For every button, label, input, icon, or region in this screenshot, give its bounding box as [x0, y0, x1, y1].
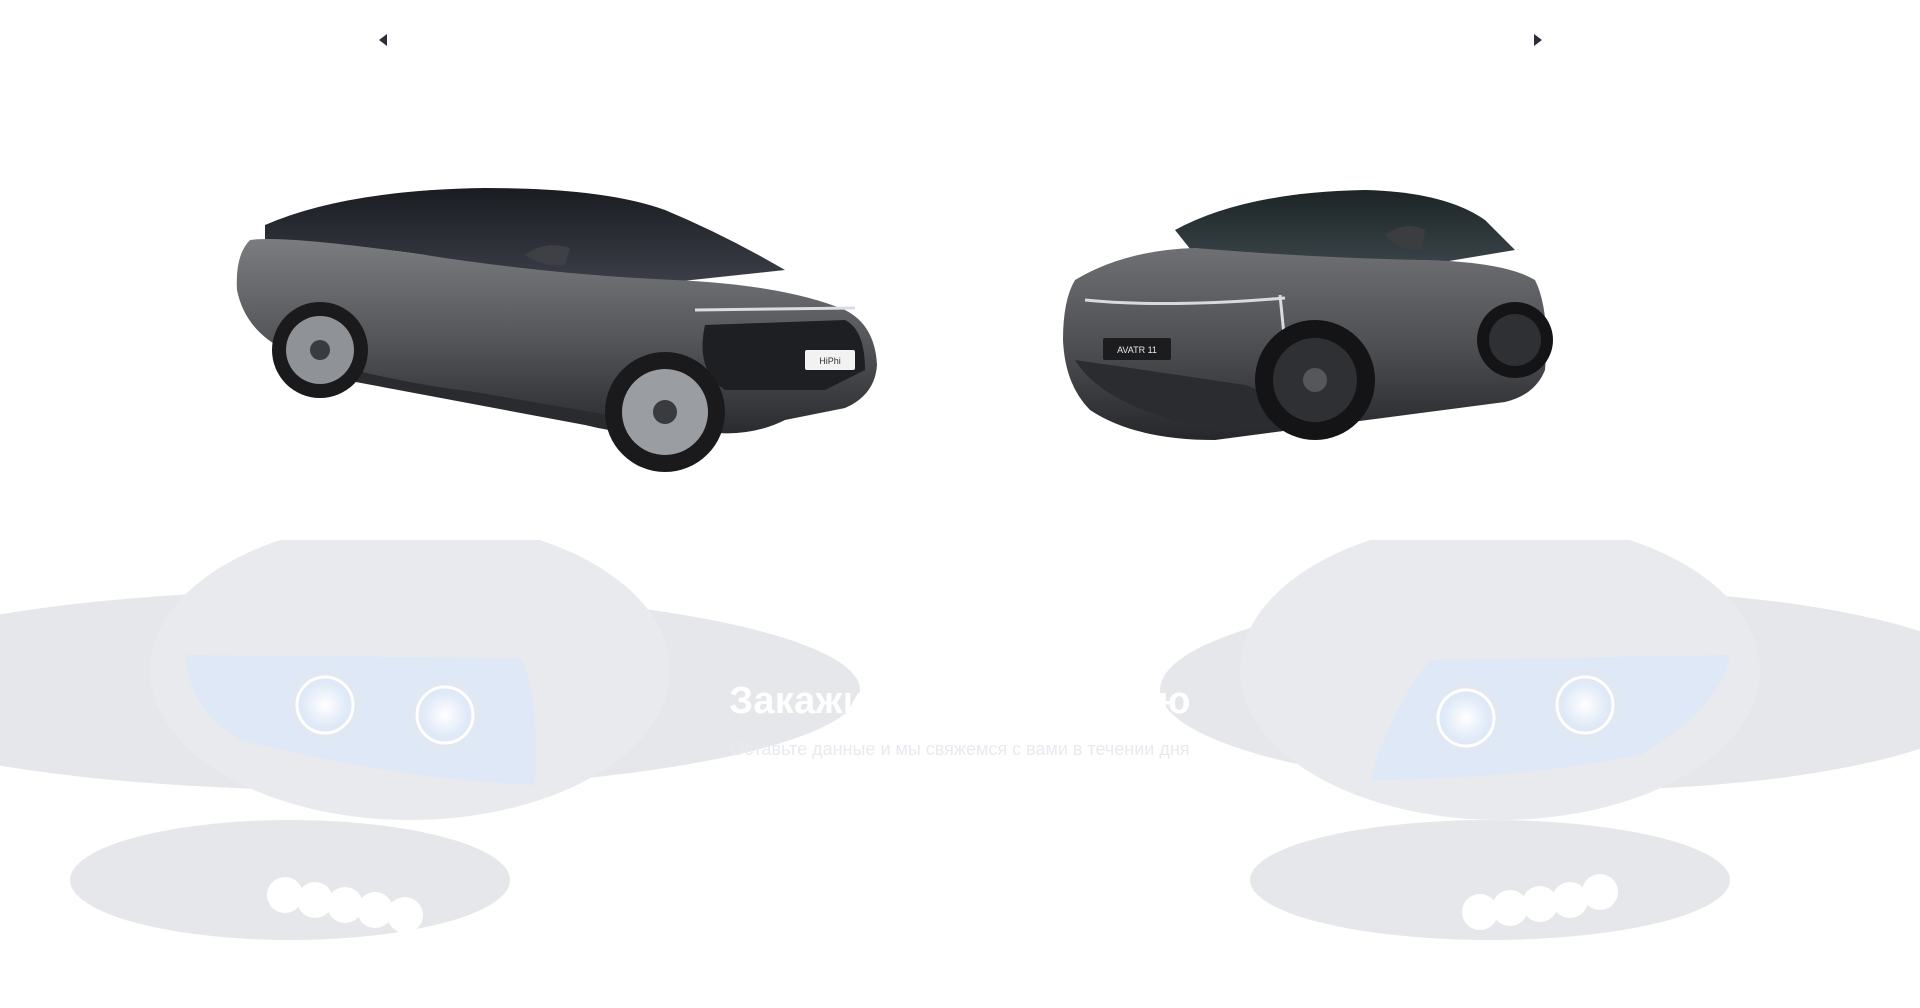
- consultation-subtitle: Оставьте данные и мы свяжемся с вами в т…: [730, 739, 1190, 759]
- consultation-section: Закажите консультацию Оставьте данные и …: [0, 540, 1920, 1008]
- carousel-prev-button[interactable]: [371, 28, 395, 52]
- page: HiPhi AVATR 11 Закажите консультацию Ост…: [0, 0, 1920, 1008]
- car-avatr-image[interactable]: AVATR 11: [1045, 170, 1585, 480]
- headlight-left-image: [0, 540, 880, 980]
- headlight-right-image: [1160, 540, 1920, 980]
- carousel-next-button[interactable]: [1526, 28, 1550, 52]
- headlight-icon: [0, 540, 860, 940]
- car-avatr-icon: AVATR 11: [1063, 190, 1553, 440]
- svg-text:HiPhi: HiPhi: [819, 356, 841, 366]
- car-hiphi-image[interactable]: HiPhi: [225, 180, 905, 480]
- car-hiphi-icon: HiPhi: [236, 188, 877, 472]
- svg-text:AVATR 11: AVATR 11: [1117, 345, 1157, 355]
- caret-right-icon: [1534, 34, 1542, 46]
- consultation-title: Закажите консультацию: [729, 680, 1191, 722]
- caret-left-icon: [379, 34, 387, 46]
- headlight-icon: [1160, 540, 1920, 940]
